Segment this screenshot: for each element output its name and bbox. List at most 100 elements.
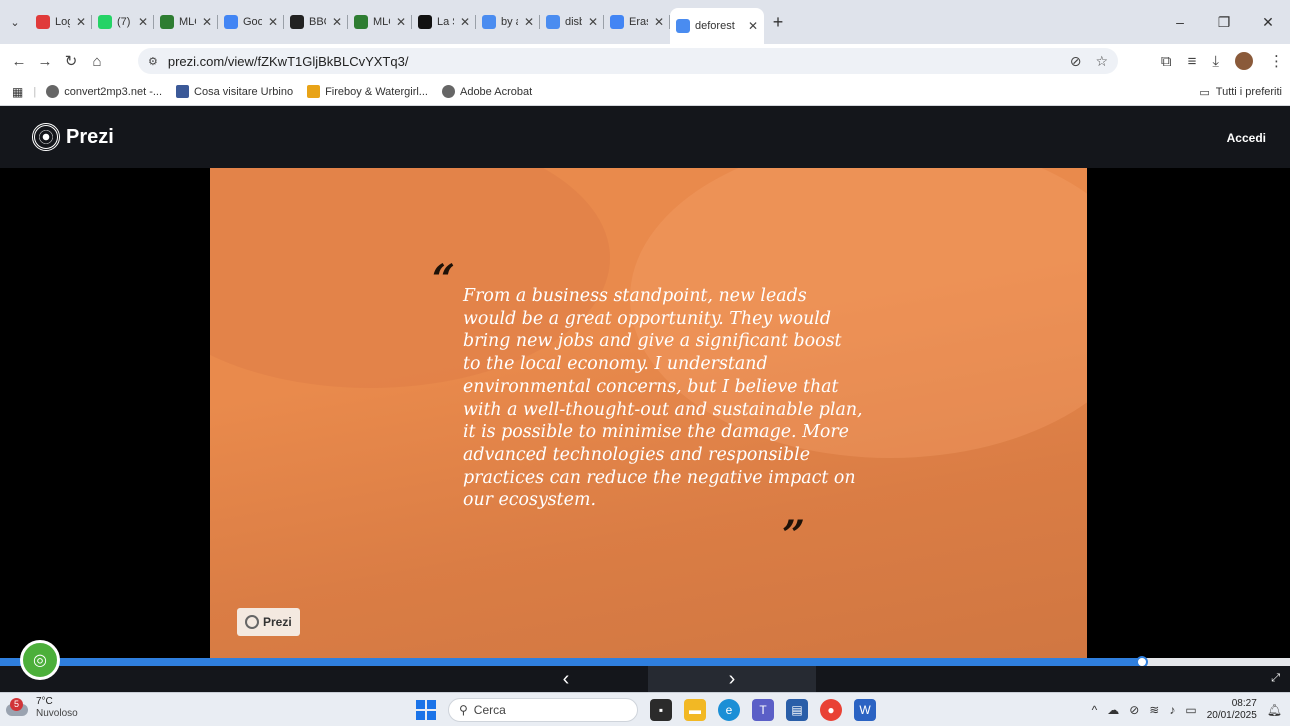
- tab[interactable]: MLOL - I ✕: [348, 7, 412, 37]
- store-icon[interactable]: ▤: [786, 699, 808, 721]
- wifi-icon[interactable]: ≋: [1149, 703, 1159, 717]
- clock[interactable]: 08:27 20/01/2025: [1207, 698, 1257, 722]
- notification-bell-icon[interactable]: 🔔︎: [1267, 703, 1282, 717]
- task-view-icon[interactable]: ▪: [650, 699, 672, 721]
- tab-label: deforest: [695, 20, 735, 32]
- cloud-sync-icon[interactable]: ☁: [1107, 703, 1119, 717]
- taskbar-search[interactable]: ⚲ Cerca: [448, 698, 638, 722]
- tab-label: MLOL - I: [373, 16, 390, 28]
- tab-label: Login Ar: [55, 16, 70, 28]
- globe-icon: [441, 85, 455, 98]
- browser-toolbar: ← → ↻ ⌂ ⚙ prezi.com/view/fZKwT1GljBkBLCv…: [0, 44, 1290, 78]
- taskbar-apps: ⚲ Cerca ▪ ▬ e T ▤ ● W: [416, 697, 876, 723]
- next-slide-button[interactable]: ›: [648, 666, 816, 692]
- tab-close-icon[interactable]: ✕: [76, 15, 86, 29]
- forward-icon[interactable]: →: [32, 53, 58, 70]
- bookmark-item[interactable]: Adobe Acrobat: [441, 85, 533, 98]
- download-icon[interactable]: ⤓: [1212, 53, 1219, 70]
- tab-close-icon[interactable]: ✕: [332, 15, 342, 29]
- chevron-right-icon: ›: [728, 667, 736, 690]
- clock-date: 20/01/2025: [1206, 710, 1257, 721]
- all-bookmarks[interactable]: ▭ Tutti i preferiti: [1199, 78, 1282, 106]
- tab-search-chevron-icon[interactable]: ⌄: [0, 0, 30, 44]
- tab-close-icon[interactable]: ✕: [460, 15, 470, 29]
- tab-close-icon[interactable]: ✕: [268, 15, 278, 29]
- chevron-up-icon[interactable]: ^: [1092, 703, 1098, 717]
- bookmark-item[interactable]: Cosa visitare Urbino: [176, 85, 293, 98]
- menu-dots-icon[interactable]: ⋮: [1269, 52, 1284, 70]
- tab[interactable]: deforest ✕: [670, 8, 764, 44]
- minimize-icon[interactable]: –: [1158, 14, 1202, 30]
- volume-icon[interactable]: ♪: [1169, 703, 1175, 717]
- tab-label: disbosc: [565, 16, 582, 28]
- globe-icon: [546, 15, 560, 29]
- presentation-progress-bar[interactable]: [0, 656, 1290, 668]
- reload-icon[interactable]: ↻: [58, 52, 84, 70]
- bookmark-item[interactable]: convert2mp3.net -...: [46, 85, 162, 98]
- address-bar[interactable]: ⚙ prezi.com/view/fZKwT1GljBkBLCvYXTq3/ ⊘…: [138, 48, 1118, 74]
- tab-close-icon[interactable]: ✕: [524, 15, 534, 29]
- tab-close-icon[interactable]: ✕: [654, 15, 664, 29]
- teams-icon[interactable]: T: [752, 699, 774, 721]
- globe-icon: [482, 15, 496, 29]
- slide: “ From a business standpoint, new leads …: [210, 168, 1087, 658]
- eye-off-icon[interactable]: ⊘: [1070, 53, 1082, 70]
- tab[interactable]: Google ✕: [218, 7, 284, 37]
- tab-close-icon[interactable]: ✕: [748, 19, 758, 33]
- tab[interactable]: BBC Lea ✕: [284, 7, 348, 37]
- close-window-icon[interactable]: ✕: [1246, 14, 1290, 31]
- tab[interactable]: La Stam ✕: [412, 7, 476, 37]
- chrome-icon[interactable]: ●: [820, 699, 842, 721]
- tab-close-icon[interactable]: ✕: [396, 15, 406, 29]
- accessibility-extension-button[interactable]: ◎: [20, 640, 60, 680]
- clock-time: 08:27: [1231, 698, 1257, 709]
- fullscreen-icon[interactable]: ⤢: [1271, 672, 1280, 685]
- bookmark-item[interactable]: Fireboy & Watergirl...: [307, 85, 428, 98]
- battery-icon[interactable]: ▭: [1185, 703, 1196, 717]
- weather-widget[interactable]: 5 7°C Nuvoloso: [6, 696, 78, 720]
- tab-label: (7) What: [117, 16, 132, 28]
- bookmark-label: Adobe Acrobat: [459, 85, 533, 98]
- bookmark-label: Fireboy & Watergirl...: [325, 85, 428, 98]
- tab-close-icon[interactable]: ✕: [202, 15, 212, 29]
- tab-close-icon[interactable]: ✕: [138, 15, 148, 29]
- bbc-icon: [290, 15, 304, 29]
- bookmark-star-icon[interactable]: ☆: [1095, 53, 1108, 70]
- home-icon[interactable]: ⌂: [84, 53, 110, 70]
- tab-close-icon[interactable]: ✕: [588, 15, 598, 29]
- prezi-badge[interactable]: Prezi: [237, 608, 300, 636]
- back-icon[interactable]: ←: [6, 53, 32, 70]
- weather-desc: Nuvoloso: [36, 708, 78, 719]
- site-info-icon[interactable]: ⚙: [148, 55, 158, 68]
- windows-start-icon[interactable]: [416, 700, 436, 720]
- mlol-icon: [354, 15, 368, 29]
- tab[interactable]: Login Ar ✕: [30, 7, 92, 37]
- tab[interactable]: disbosc ✕: [540, 7, 604, 37]
- browser-tab-bar: ⌄ Login Ar✕(7) What✕MLOL - I✕Google✕BBC …: [0, 0, 1290, 44]
- folder-icon: ▭: [1199, 86, 1210, 99]
- profile-avatar[interactable]: [1235, 52, 1253, 70]
- previous-slide-button[interactable]: ‹: [484, 666, 648, 692]
- prezi-logo[interactable]: Prezi: [32, 123, 114, 151]
- prezi-badge-label: Prezi: [263, 615, 292, 629]
- new-tab-button[interactable]: +: [764, 12, 792, 33]
- google-classroom-icon: [224, 15, 238, 29]
- tab-label: Google: [243, 16, 262, 28]
- tab[interactable]: by alice ✕: [476, 7, 540, 37]
- playback-controls: ‹ › ⤢: [0, 666, 1290, 692]
- tab-label: La Stam: [437, 16, 454, 28]
- eye-off-tray-icon[interactable]: ⊘: [1129, 703, 1139, 717]
- presentation-stage: “ From a business standpoint, new leads …: [0, 168, 1290, 658]
- globe-icon: ◎: [33, 652, 47, 669]
- file-explorer-icon[interactable]: ▬: [684, 699, 706, 721]
- word-icon[interactable]: W: [854, 699, 876, 721]
- apps-grid-icon[interactable]: ▦: [12, 85, 23, 99]
- edge-icon[interactable]: e: [718, 699, 740, 721]
- tab[interactable]: Erasmus ✕: [604, 7, 670, 37]
- tab[interactable]: MLOL - I ✕: [154, 7, 218, 37]
- reading-list-icon[interactable]: ≡: [1188, 53, 1197, 70]
- restore-icon[interactable]: ❐: [1202, 14, 1246, 31]
- login-button[interactable]: Accedi: [1227, 131, 1266, 145]
- tab[interactable]: (7) What ✕: [92, 7, 154, 37]
- extensions-icon[interactable]: ⧉: [1161, 53, 1172, 70]
